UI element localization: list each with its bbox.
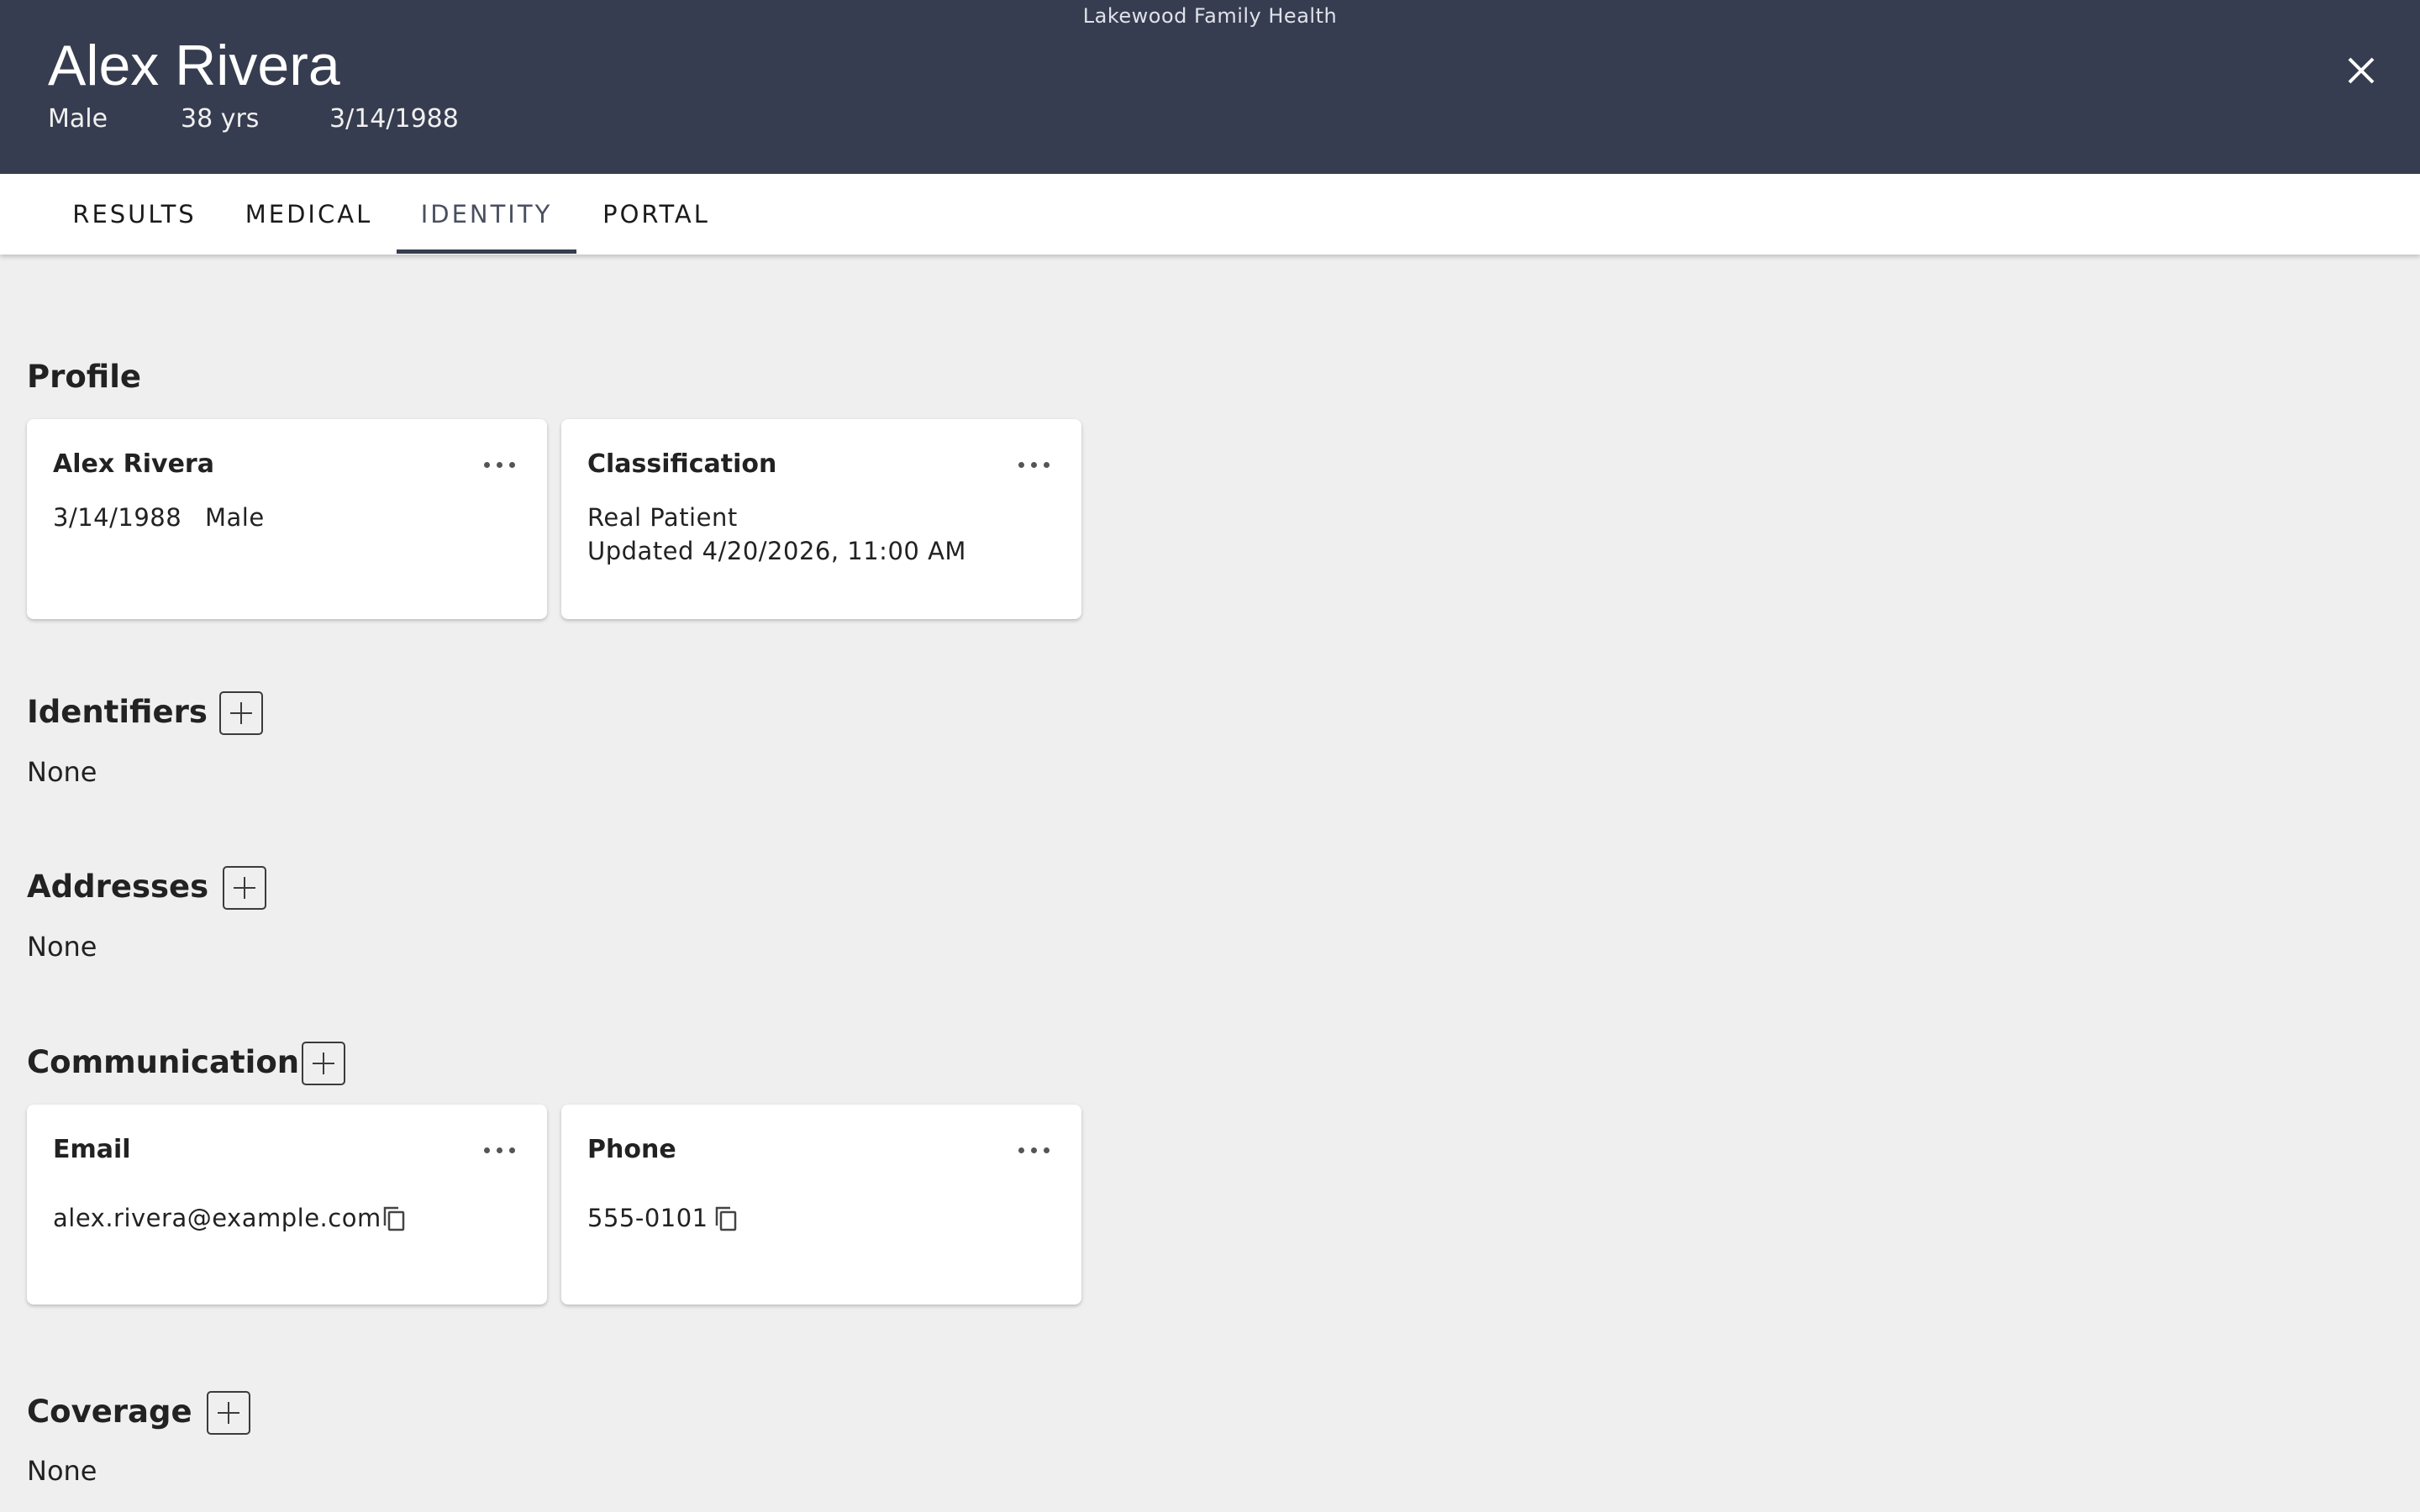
profile-name-card: Alex Rivera 3/14/1988 Male (27, 419, 547, 619)
tab-results[interactable]: RESULTS (59, 174, 210, 255)
coverage-section-title: Coverage (27, 1394, 192, 1430)
profile-sex: Male (205, 503, 265, 532)
more-options-icon[interactable] (483, 456, 517, 473)
add-communication-button[interactable] (302, 1042, 345, 1085)
phone-value: 555-0101 (587, 1204, 708, 1232)
patient-name: Alex Rivera (48, 34, 340, 97)
patient-dob: 3/14/1988 (329, 104, 459, 134)
tab-medical[interactable]: MEDICAL (235, 174, 382, 255)
identifiers-empty-text: None (27, 756, 97, 788)
email-value: alex.rivera@example.com (53, 1204, 381, 1232)
card-title: Email (53, 1135, 131, 1164)
add-address-button[interactable] (223, 866, 266, 910)
addresses-section-title: Addresses (27, 869, 209, 905)
close-icon[interactable] (2344, 54, 2378, 87)
phone-card: Phone 555-0101 (561, 1105, 1081, 1305)
copy-icon[interactable] (712, 1205, 740, 1233)
identifiers-section-title: Identifiers (27, 694, 208, 730)
organization-name: Lakewood Family Health (1082, 4, 1338, 28)
card-title: Classification (587, 449, 777, 479)
more-options-icon[interactable] (1018, 456, 1051, 473)
add-identifier-button[interactable] (219, 691, 263, 735)
coverage-empty-text: None (27, 1455, 97, 1487)
classification-updated: Updated 4/20/2026, 11:00 AM (587, 537, 966, 565)
patient-age: 38 yrs (181, 104, 260, 134)
patient-sex: Male (48, 104, 108, 134)
more-options-icon[interactable] (483, 1142, 517, 1158)
tab-bar: RESULTS MEDICAL IDENTITY PORTAL (0, 174, 2420, 255)
classification-value: Real Patient (587, 503, 738, 532)
add-coverage-button[interactable] (207, 1391, 250, 1435)
copy-icon[interactable] (380, 1205, 408, 1233)
patient-header: Lakewood Family Health Alex Rivera Male … (0, 0, 2420, 174)
classification-card: Classification Real Patient Updated 4/20… (561, 419, 1081, 619)
card-title: Alex Rivera (53, 449, 214, 479)
profile-dob: 3/14/1988 (53, 503, 182, 532)
tab-identity[interactable]: IDENTITY (397, 174, 576, 255)
tab-portal[interactable]: PORTAL (592, 174, 720, 255)
profile-section-title: Profile (27, 359, 141, 395)
addresses-empty-text: None (27, 931, 97, 963)
active-tab-indicator (397, 249, 576, 254)
communication-section-title: Communication (27, 1044, 300, 1080)
more-options-icon[interactable] (1018, 1142, 1051, 1158)
card-title: Phone (587, 1135, 676, 1164)
email-card: Email alex.rivera@example.com (27, 1105, 547, 1305)
